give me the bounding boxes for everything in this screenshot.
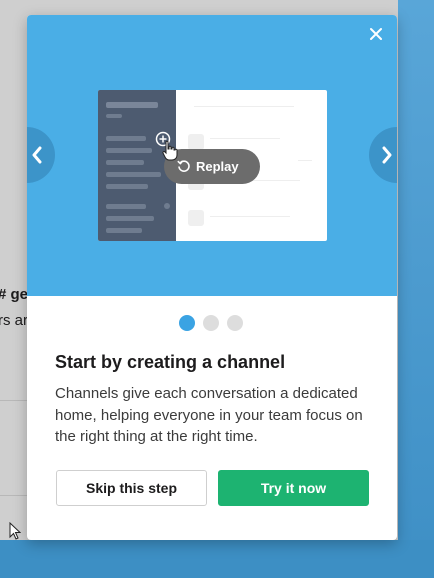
mouse-pointer-icon [9, 521, 22, 545]
pager-dot-2[interactable] [203, 315, 219, 331]
background-right-strip [398, 0, 434, 578]
hero-banner: Replay [27, 15, 397, 296]
chevron-left-icon [32, 146, 42, 164]
try-it-now-button[interactable]: Try it now [218, 470, 369, 506]
hand-cursor-icon [160, 140, 180, 167]
pager-dot-3[interactable] [227, 315, 243, 331]
skip-step-button[interactable]: Skip this step [56, 470, 207, 506]
close-icon[interactable] [365, 23, 387, 45]
onboarding-modal: Replay Start by creating a channel Chann… [27, 15, 397, 540]
modal-title: Start by creating a channel [55, 352, 286, 372]
modal-description: Channels give each conversation a dedica… [55, 385, 363, 445]
pager-dot-1[interactable] [179, 315, 195, 331]
channel-preview-illustration: Replay [98, 90, 327, 241]
next-slide-button[interactable] [369, 127, 397, 183]
previous-slide-button[interactable] [27, 127, 55, 183]
chevron-right-icon [382, 146, 392, 164]
background-channel-text: # ge [0, 286, 29, 303]
background-bottom [0, 540, 434, 578]
background-body-text: rs ar [0, 312, 28, 329]
replay-label: Replay [196, 159, 239, 174]
background-divider [0, 400, 27, 496]
